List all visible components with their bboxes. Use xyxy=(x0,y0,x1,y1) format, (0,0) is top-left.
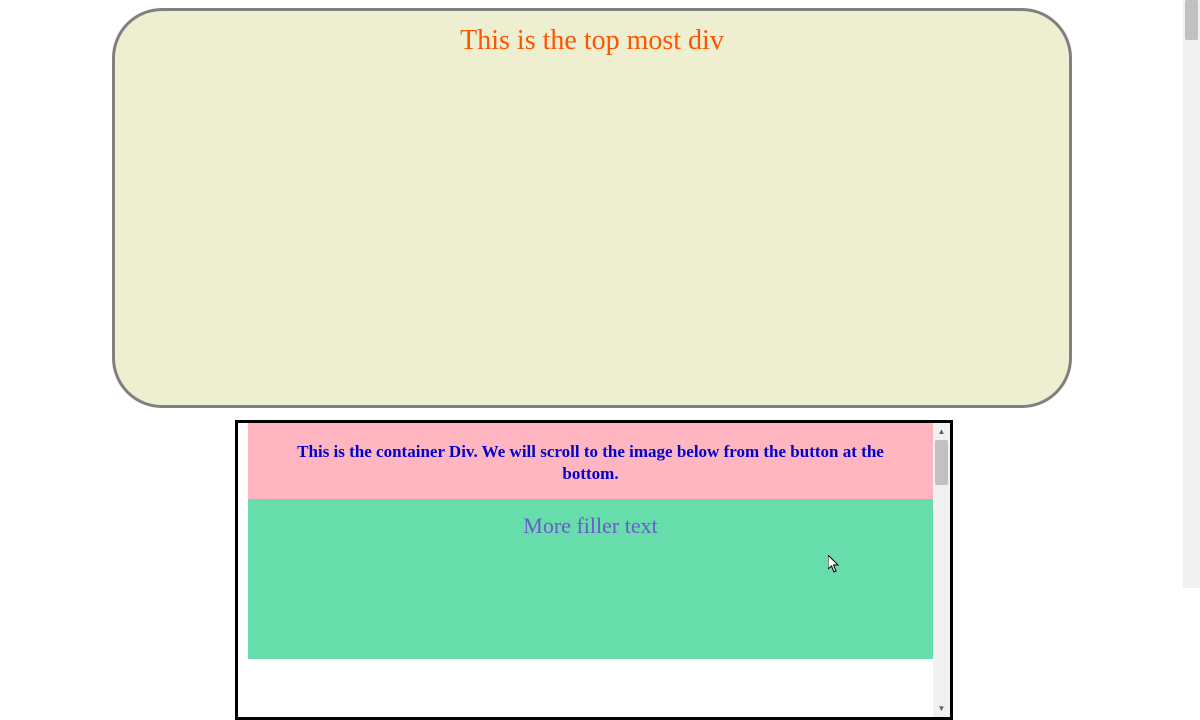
top-div-title: This is the top most div xyxy=(115,25,1069,57)
filler-text: More filler text xyxy=(268,513,913,539)
scroll-down-button[interactable]: ▼ xyxy=(933,700,950,717)
container-scrollbar[interactable]: ▲ ▼ xyxy=(933,423,950,717)
container-div: This is the container Div. We will scrol… xyxy=(235,420,953,720)
scroll-up-button[interactable]: ▲ xyxy=(933,423,950,440)
pink-description-section: This is the container Div. We will scrol… xyxy=(248,423,933,499)
top-most-div: This is the top most div xyxy=(112,8,1072,408)
green-filler-section: More filler text xyxy=(248,499,933,659)
container-scrollbar-thumb[interactable] xyxy=(935,440,948,485)
container-inner: This is the container Div. We will scrol… xyxy=(238,423,950,717)
page-scrollbar[interactable] xyxy=(1183,0,1200,588)
container-description-text: This is the container Div. We will scrol… xyxy=(268,441,913,485)
page-scrollbar-thumb[interactable] xyxy=(1185,0,1198,40)
